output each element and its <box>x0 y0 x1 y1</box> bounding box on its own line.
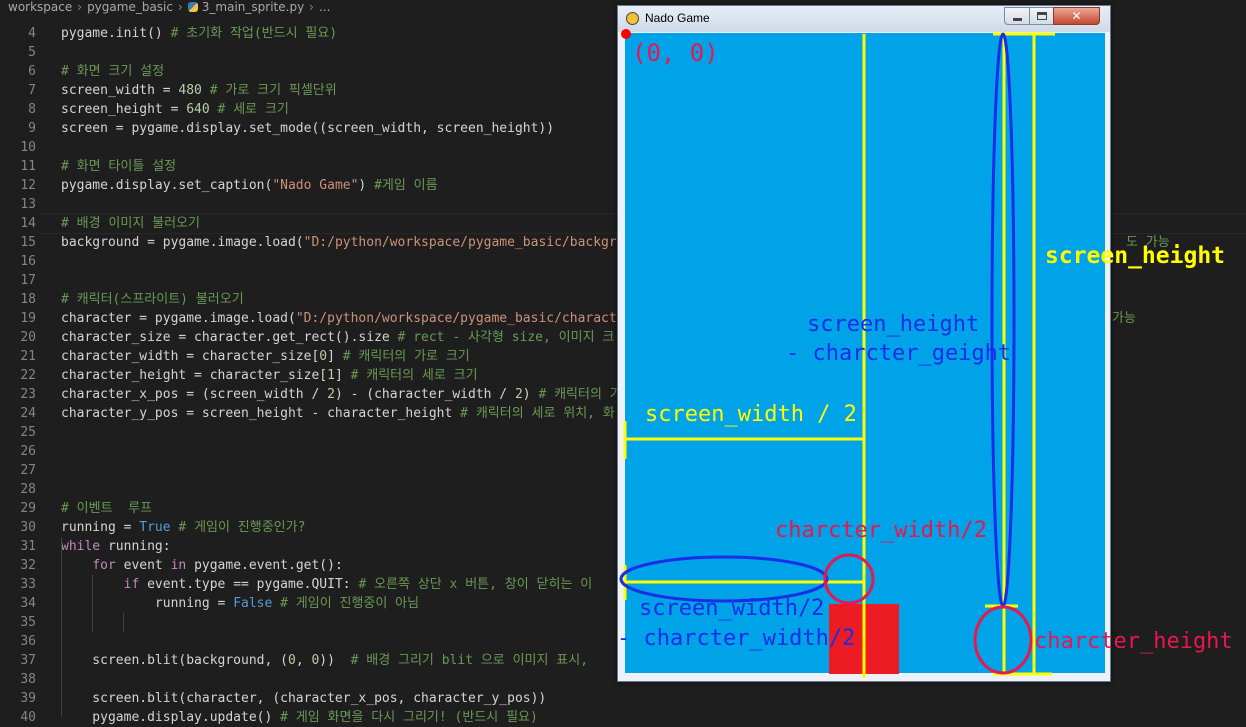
screen-width-half-label: screen_width / 2 <box>645 402 857 427</box>
annotation-overlay: (0, 0) screen_height screen_height - cha… <box>617 29 1233 678</box>
width-ellipse <box>619 555 829 603</box>
sw-minus-cw-label-1: screen_width/2 <box>639 596 824 621</box>
sh-minus-ch-label-1: screen_height <box>807 312 979 337</box>
screen-height-label: screen_height <box>1045 243 1225 269</box>
origin-label: (0, 0) <box>632 39 719 67</box>
char-width-circle <box>823 553 875 605</box>
origin-dot <box>621 29 631 39</box>
char-width-half-label: charcter_width/2 <box>775 518 987 543</box>
sw-minus-cw-label-2: - charcter_width/2 <box>617 626 855 651</box>
sh-minus-ch-label-2: - charcter_geight <box>786 341 1011 366</box>
char-height-label: charcter_height <box>1034 629 1233 654</box>
